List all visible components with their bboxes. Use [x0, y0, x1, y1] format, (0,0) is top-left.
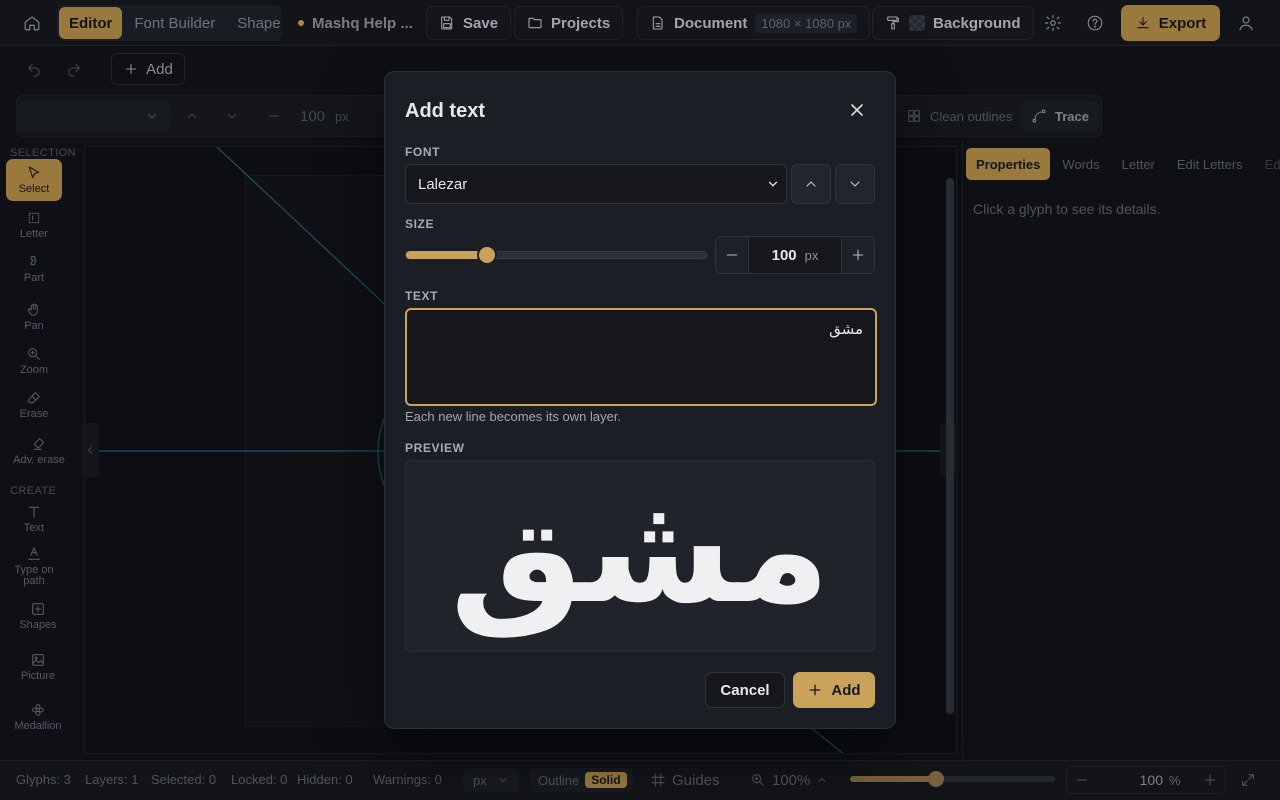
text-label: TEXT	[405, 289, 439, 303]
font-label: FONT	[405, 145, 441, 159]
preview-label: PREVIEW	[405, 441, 465, 455]
preview-text: مشق	[449, 463, 831, 637]
font-select-value: Lalezar	[418, 175, 468, 193]
chevron-down-icon	[850, 181, 860, 187]
add-confirm-button[interactable]: Add	[793, 672, 875, 708]
minus-icon	[726, 254, 738, 256]
plus-icon	[852, 249, 864, 261]
size-increase-button[interactable]	[841, 237, 874, 273]
size-input-unit: px	[804, 247, 819, 263]
add-text-dialog: Add text FONT Lalezar SIZE 100 px TEXT م…	[384, 71, 896, 729]
size-slider-fill	[406, 251, 487, 259]
size-input-value: 100	[771, 246, 797, 264]
size-slider[interactable]	[405, 247, 707, 263]
dialog-title: Add text	[405, 100, 485, 122]
preview-box: مشق	[405, 460, 875, 652]
font-next-button[interactable]	[835, 164, 875, 204]
size-input[interactable]: 100 px	[749, 237, 841, 273]
font-prev-button[interactable]	[791, 164, 831, 204]
chevron-up-icon	[806, 181, 816, 187]
size-stepper: 100 px	[715, 236, 875, 274]
add-confirm-label: Add	[831, 681, 861, 699]
size-decrease-button[interactable]	[716, 237, 749, 273]
panel-scrollbar[interactable]	[946, 178, 954, 714]
chevron-down-icon	[768, 181, 778, 187]
cancel-button[interactable]: Cancel	[705, 672, 785, 708]
text-help: Each new line becomes its own layer.	[405, 409, 622, 424]
cancel-label: Cancel	[720, 681, 770, 699]
close-icon	[851, 104, 863, 116]
plus-icon	[810, 684, 821, 696]
size-slider-knob[interactable]	[479, 247, 495, 263]
close-button[interactable]	[843, 96, 871, 124]
size-label: SIZE	[405, 217, 435, 231]
font-select[interactable]: Lalezar	[405, 164, 787, 204]
text-input[interactable]: مشق	[405, 308, 877, 406]
